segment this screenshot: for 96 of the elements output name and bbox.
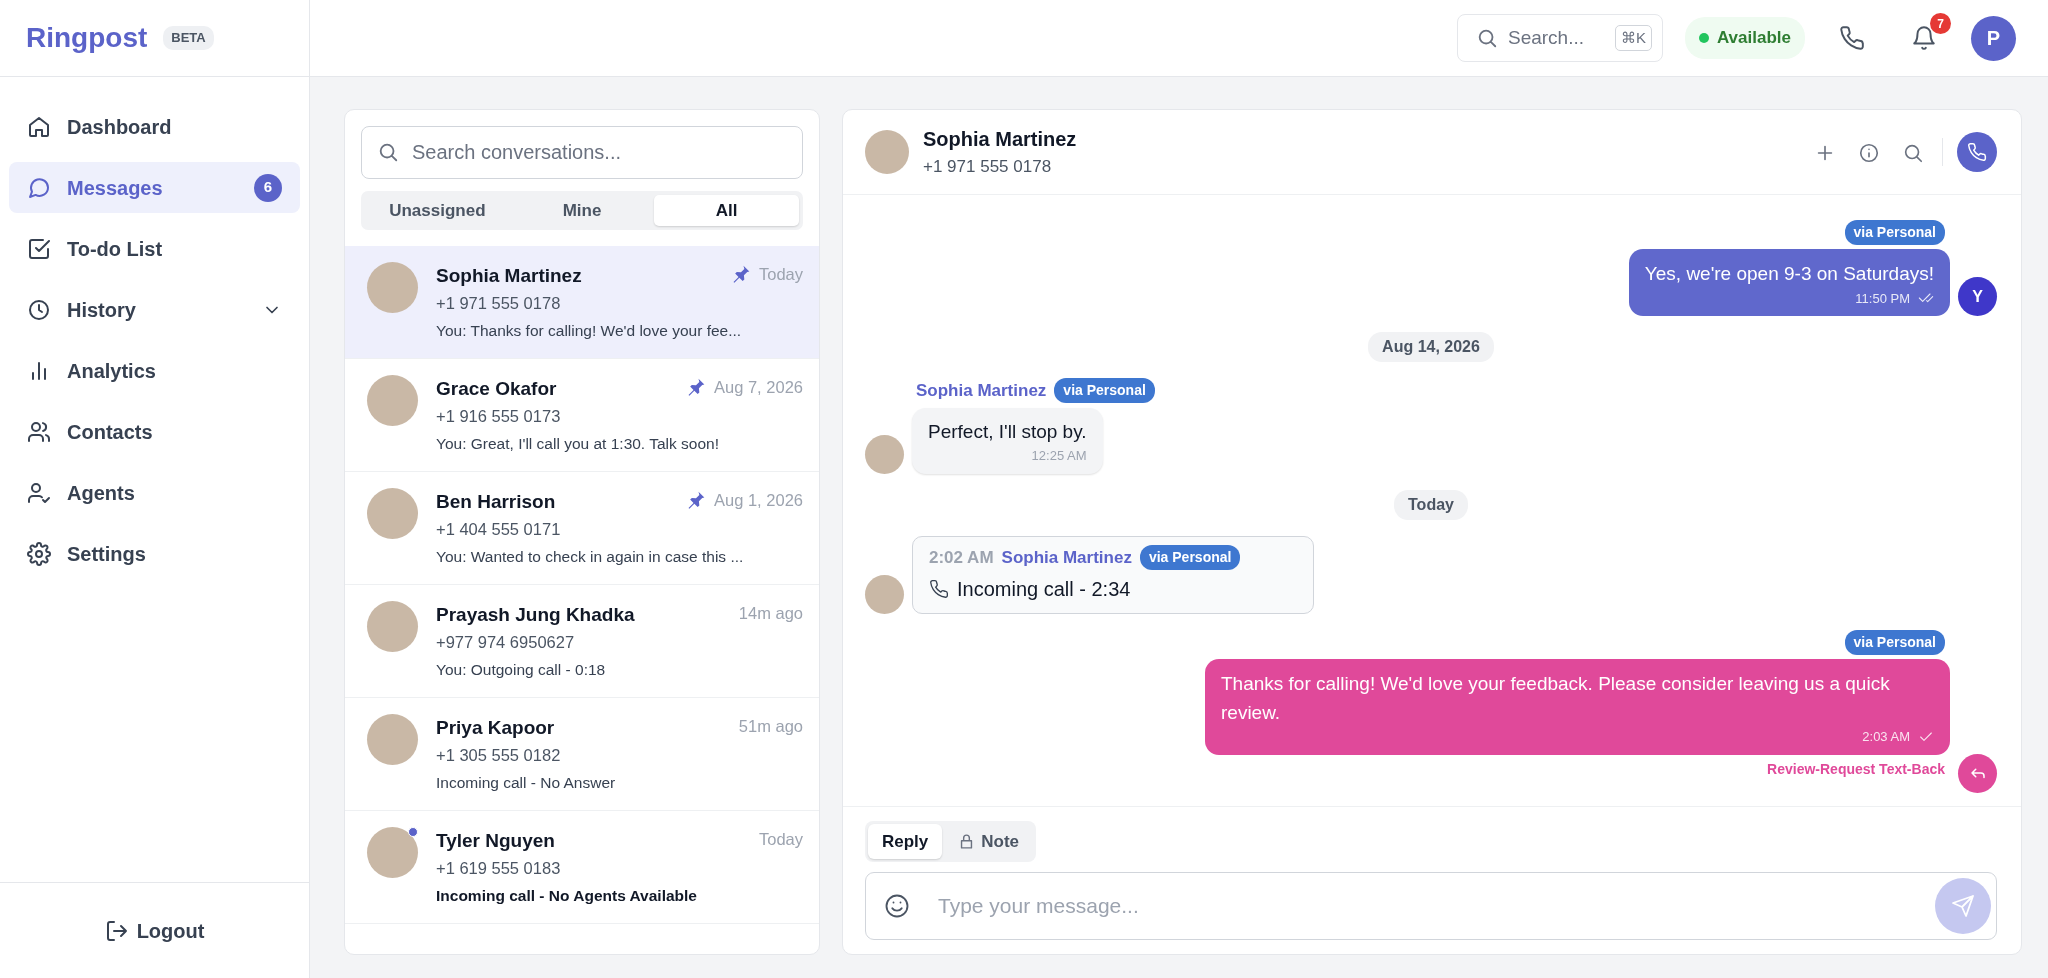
clock-icon — [27, 297, 51, 322]
contact-avatar — [865, 130, 909, 174]
sidebar-item[interactable]: Settings — [9, 528, 300, 579]
app-logo: Ringpost — [26, 21, 148, 55]
channel-tag: via Personal — [1139, 544, 1241, 570]
channel-tag: via Personal — [1844, 220, 1945, 245]
message-preview: Incoming call - No Agents Available — [436, 886, 698, 907]
composer-tab[interactable]: Note — [944, 823, 1034, 859]
channel-tag: via Personal — [1054, 378, 1155, 404]
contact-avatar — [367, 375, 418, 426]
settings-icon — [27, 541, 51, 566]
phone-number: +1 404 555 0171 — [436, 518, 562, 540]
contact-name: Grace Okafor — [436, 377, 557, 401]
sidebar-item[interactable]: History — [9, 284, 300, 335]
contact-avatar — [865, 434, 904, 474]
phone-number: +1 971 555 0178 — [436, 292, 562, 314]
home-icon — [27, 114, 51, 139]
call-time: 2:02 AM — [929, 546, 994, 569]
automation-label: Review-Request Text-Back — [1767, 759, 1945, 779]
message-preview: Incoming call - No Answer — [436, 773, 617, 794]
filter-tab[interactable]: All — [654, 195, 799, 226]
contact-name: Sophia Martinez — [923, 127, 1078, 153]
contact-avatar — [367, 714, 418, 765]
message-preview: You: Wanted to check in again in case this ... — [436, 547, 745, 568]
logout-icon — [104, 918, 129, 943]
sidebar-item[interactable]: Contacts — [9, 406, 300, 457]
user-check-icon — [27, 480, 51, 505]
timestamp: Today — [758, 264, 803, 285]
phone-number: +1 305 555 0182 — [436, 744, 562, 766]
filter-tab[interactable]: Mine — [509, 195, 655, 226]
send-icon — [1951, 894, 1975, 918]
contact-name: Sophia Martinez — [436, 264, 582, 288]
checkbox-icon — [27, 236, 51, 261]
composer-tab[interactable]: Reply — [868, 823, 943, 859]
contact-avatar — [367, 601, 418, 652]
phone-icon — [1967, 142, 1987, 162]
shortcut-key: ⌘K — [1614, 24, 1652, 52]
sender-name: Sophia Martinez — [1001, 546, 1132, 569]
timestamp: 14m ago — [738, 603, 803, 624]
sidebar-item[interactable]: Agents — [9, 467, 300, 518]
phone-icon — [1839, 25, 1865, 51]
smiley-icon — [883, 892, 911, 920]
unread-count: 6 — [254, 173, 282, 202]
conversation-row[interactable]: Tyler Nguyen Today +1 619 555 0183 Incoming call - No Agents Available — [345, 811, 819, 924]
message-preview: You: Thanks for calling! We'd love your fee... — [436, 321, 743, 342]
bell-icon — [1911, 25, 1937, 51]
conversation-row[interactable]: Sophia Martinez Today +1 971 555 0178 You: Thanks for calling! We'd love your fee... — [345, 246, 819, 359]
conversation-row[interactable]: Priya Kapoor 51m ago +1 305 555 0182 Incoming call - No Answer — [345, 698, 819, 811]
phone-number: +1 619 555 0183 — [436, 857, 562, 879]
timestamp: 51m ago — [738, 716, 803, 737]
phone-number: +977 974 6950627 — [436, 631, 576, 653]
contact-name: Priya Kapoor — [436, 716, 555, 740]
timestamp: Today — [758, 829, 803, 850]
message-preview: You: Outgoing call - 0:18 — [436, 660, 607, 681]
date-separator: Aug 14, 2026 — [1368, 332, 1494, 362]
message-preview: You: Great, I'll call you at 1:30. Talk soon! — [436, 434, 720, 455]
message-field[interactable]: Type your message... — [865, 872, 1997, 940]
info-icon — [1858, 141, 1880, 164]
availability-status[interactable]: Available — [1684, 17, 1805, 59]
logout-button[interactable]: Logout — [92, 909, 217, 952]
contact-name: Tyler Nguyen — [436, 829, 555, 853]
conversation-search-field[interactable]: Search conversations... — [361, 126, 803, 179]
outgoing-message: Yes, we're open 9-3 on Saturdays! 11:50 PM — [1628, 249, 1950, 316]
timestamp: Aug 7, 2026 — [714, 377, 803, 398]
sidebar-item[interactable]: Analytics — [9, 345, 300, 396]
chat-bubble-icon — [27, 175, 51, 200]
date-separator: Today — [1394, 489, 1468, 520]
sender-name: Sophia Martinez — [916, 380, 1047, 402]
call-button[interactable] — [1957, 132, 1997, 172]
contact-avatar — [367, 262, 418, 313]
sidebar-item[interactable]: Messages 6 — [9, 162, 300, 213]
conversation-row[interactable]: Prayash Jung Khadka 14m ago +977 974 6950627 You: Outgoing call - 0:18 — [345, 585, 819, 698]
users-icon — [27, 419, 51, 444]
timestamp: Aug 1, 2026 — [714, 490, 803, 511]
notification-count: 7 — [1930, 13, 1951, 34]
search-icon — [377, 141, 399, 163]
phone-number: +1 971 555 0178 — [923, 156, 1053, 179]
incoming-message: Perfect, I'll stop by. 12:25 AM — [912, 407, 1103, 474]
phone-icon — [929, 579, 949, 599]
conversation-row[interactable]: Ben Harrison Aug 1, 2026 +1 404 555 0171 You: Wanted to check in again in case this ... — [345, 472, 819, 585]
user-avatar[interactable]: P — [1971, 15, 2016, 61]
call-summary: Incoming call - 2:34 — [957, 577, 1131, 602]
contact-name: Prayash Jung Khadka — [436, 603, 635, 627]
beta-tag: BETA — [163, 26, 214, 50]
contact-name: Ben Harrison — [436, 490, 556, 514]
contact-avatar — [865, 575, 904, 614]
contact-avatar — [367, 488, 418, 539]
filter-tab[interactable]: Unassigned — [365, 195, 510, 226]
sidebar-item[interactable]: Dashboard — [9, 101, 300, 152]
phone-number: +1 916 555 0173 — [436, 405, 562, 427]
outgoing-message: Thanks for calling! We'd love your feedback. Please consider leaving us a quick review. 2:03 AM — [1205, 659, 1950, 755]
global-search[interactable]: Search... ⌘K — [1456, 14, 1663, 62]
conversation-row[interactable]: Grace Okafor Aug 7, 2026 +1 916 555 0173 You: Great, I'll call you at 1:30. Talk soon! — [345, 359, 819, 472]
sender-avatar: Y — [1958, 277, 1997, 316]
sidebar-item[interactable]: To-do List — [9, 223, 300, 274]
channel-tag: via Personal — [1844, 630, 1945, 655]
